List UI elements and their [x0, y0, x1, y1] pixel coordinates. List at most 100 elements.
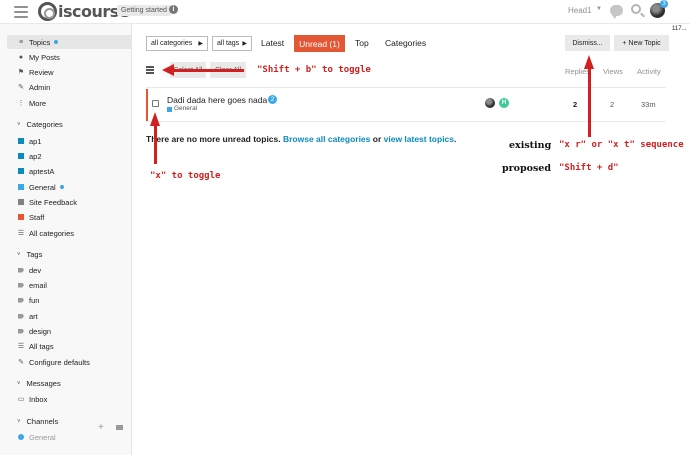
sidebar-item-tag[interactable]: email	[7, 278, 131, 292]
section-title: Categories	[26, 120, 63, 129]
new-dot-icon	[59, 185, 64, 189]
layers-icon: ≡	[18, 38, 24, 46]
sidebar-item-label: Staff	[29, 212, 45, 222]
sidebar-item-category[interactable]: ap1	[7, 134, 131, 148]
channel-dot-icon	[18, 434, 24, 440]
messages-section-header[interactable]: ˅ Messages	[7, 379, 61, 388]
channels-section-header[interactable]: ˅ Channels	[7, 417, 58, 426]
sidebar-item-tag[interactable]: dev	[7, 263, 131, 277]
flag-icon: ⚑	[17, 69, 25, 76]
topic-category-link[interactable]: General	[174, 105, 197, 112]
category-filter-dropdown[interactable]: all categories ▶	[146, 36, 208, 51]
notification-badge[interactable]: 3	[660, 0, 668, 8]
column-header-views[interactable]: Views	[603, 67, 623, 76]
tag-filter-dropdown[interactable]: all tags ▶	[212, 36, 252, 51]
section-title: Messages	[26, 379, 61, 388]
nav-top[interactable]: Top	[355, 38, 369, 48]
getting-started-badge[interactable]: Getting started	[117, 5, 171, 16]
tags-section-header[interactable]: ˅ Tags	[7, 250, 42, 259]
annotation-existing-value: "x r" or "x t" sequence	[559, 140, 684, 150]
list-icon: ☰	[17, 343, 25, 350]
new-topic-button[interactable]: + New Topic	[614, 35, 669, 51]
topic-title-link[interactable]: Dadi dada here goes nada	[167, 95, 267, 105]
sidebar-item-topics[interactable]: ≡ Topics	[7, 35, 131, 49]
sidebar-item-more[interactable]: ⋮ More	[7, 96, 131, 110]
category-color-square	[167, 107, 172, 112]
info-icon[interactable]: i	[169, 5, 178, 14]
sidebar-item-label: Site Feedback	[29, 197, 77, 207]
column-header-activity[interactable]: Activity	[637, 67, 661, 76]
sidebar-item-label: Inbox	[29, 394, 48, 404]
sidebar-item-label: Review	[29, 67, 54, 77]
sidebar-item-admin[interactable]: ✎ Admin	[7, 80, 131, 94]
sidebar-item-tag[interactable]: art	[7, 309, 131, 323]
nav-unread[interactable]: Unread (1)	[294, 35, 345, 52]
category-color-square	[18, 153, 24, 159]
dropdown-label: all categories	[151, 40, 193, 47]
or-text: or	[370, 134, 384, 144]
bulk-select-icon[interactable]	[146, 66, 154, 74]
sidebar-item-category[interactable]: Staff	[7, 210, 131, 224]
sidebar-item-channel[interactable]: General	[7, 430, 131, 444]
wrench-icon: ✎	[18, 84, 24, 91]
no-more-text: There are no more unread topics.	[146, 134, 283, 144]
sidebar-item-label: design	[29, 326, 52, 336]
sidebar-item-inbox[interactable]: ▭ Inbox	[7, 392, 131, 406]
sidebar-item-category[interactable]: ap2	[7, 149, 131, 163]
list-icon: ☰	[17, 230, 25, 237]
user-menu-name[interactable]: Head1	[568, 6, 592, 15]
more-icon: ⋮	[17, 100, 25, 107]
chevron-down-icon: ˅	[17, 418, 21, 425]
section-title: Channels	[26, 417, 59, 426]
arrow-shaft	[172, 69, 244, 72]
sidebar-item-tag[interactable]: fun	[7, 293, 131, 307]
sidebar-item-all-tags[interactable]: ☰ All tags	[7, 339, 131, 353]
hamburger-menu-icon[interactable]	[14, 4, 28, 18]
period-text: .	[454, 134, 457, 144]
nav-latest[interactable]: Latest	[261, 38, 284, 48]
view-latest-topics-link[interactable]: view latest topics	[384, 134, 454, 144]
keyboard-icon[interactable]	[116, 425, 123, 430]
sidebar-item-category[interactable]: General	[7, 180, 131, 194]
browse-all-categories-link[interactable]: Browse all categories	[283, 134, 370, 144]
no-more-topics-message: There are no more unread topics. Browse …	[146, 134, 456, 144]
add-icon[interactable]: +	[98, 422, 104, 433]
sidebar-item-review[interactable]: ⚑ Review	[7, 65, 131, 79]
dismiss-button[interactable]: Dismiss...	[565, 35, 610, 51]
user-icon: ●	[18, 53, 24, 61]
top-header: iscourse Getting started i Head1 ▼ 3	[0, 0, 690, 24]
section-title: Tags	[26, 250, 43, 259]
sidebar-item-category[interactable]: Site Feedback	[7, 195, 131, 209]
sidebar-item-label: General	[29, 182, 56, 192]
arrow-shaft	[588, 67, 591, 137]
topic-select-checkbox[interactable]	[152, 100, 159, 107]
sidebar-item-tag[interactable]: design	[7, 324, 131, 338]
sidebar-item-label: Topics	[29, 37, 51, 47]
sidebar-item-configure-defaults[interactable]: ✎ Configure defaults	[7, 355, 131, 369]
discourse-logo[interactable]: iscourse	[38, 1, 130, 21]
search-icon[interactable]	[631, 4, 641, 14]
sidebar-item-label: email	[29, 280, 47, 290]
activity-time[interactable]: 33m	[641, 100, 656, 109]
sidebar-item-category[interactable]: aptestA	[7, 164, 131, 178]
annotation-shift-b: "Shift + b" to toggle	[257, 65, 371, 75]
category-color-square	[18, 138, 24, 144]
chevron-down-icon: ˅	[17, 251, 21, 258]
tag-icon	[18, 282, 24, 288]
unread-count-badge[interactable]: 2	[268, 95, 277, 104]
dropdown-label: all tags	[217, 40, 240, 47]
chat-icon[interactable]	[610, 5, 623, 19]
annotation-x-toggle: "x" to toggle	[150, 171, 221, 181]
nav-categories[interactable]: Categories	[385, 38, 426, 48]
new-dot-icon	[54, 40, 59, 44]
poster-avatar[interactable]	[485, 98, 495, 108]
sidebar-item-all-categories[interactable]: ☰ All categories	[7, 226, 131, 240]
caret-down-icon[interactable]: ▼	[596, 6, 602, 12]
sidebar-item-my-posts[interactable]: ● My Posts	[7, 50, 131, 64]
views-count: 2	[610, 100, 615, 109]
sidebar-item-label: Admin	[29, 82, 51, 92]
category-color-square	[18, 168, 24, 174]
poster-avatar[interactable]: H	[499, 98, 509, 108]
categories-section-header[interactable]: ˅ Categories	[7, 120, 63, 129]
tag-icon	[18, 297, 24, 303]
